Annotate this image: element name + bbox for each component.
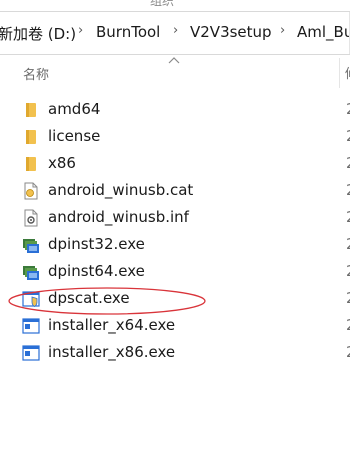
chevron-right-icon[interactable]: › <box>78 23 83 38</box>
list-item[interactable]: license 2 <box>0 124 350 151</box>
folder-icon <box>26 130 36 144</box>
toolbar-strip: 组织 <box>0 0 350 8</box>
sort-ascending-icon <box>168 57 180 64</box>
file-name: installer_x86.exe <box>48 343 176 361</box>
file-date: 2 <box>346 343 350 361</box>
list-item[interactable]: x86 2 <box>0 151 350 178</box>
list-item[interactable]: android_winusb.cat 2 <box>0 178 350 205</box>
security-catalog-icon <box>24 182 38 200</box>
file-date: 2 <box>346 289 350 307</box>
application-window-icon <box>22 318 40 334</box>
list-item[interactable]: installer_x86.exe 2 <box>0 340 350 367</box>
folder-icon <box>26 103 36 117</box>
list-item[interactable]: amd64 2 <box>0 97 350 124</box>
file-name: android_winusb.cat <box>48 181 194 199</box>
column-divider[interactable] <box>339 58 340 88</box>
list-item[interactable]: dpinst32.exe 2 <box>0 232 350 259</box>
breadcrumb-drive[interactable]: 新加卷 (D:) <box>0 23 76 44</box>
file-name: dpinst32.exe <box>48 235 145 253</box>
file-date: 2 <box>346 154 350 172</box>
application-window-icon <box>22 345 40 361</box>
file-date: 2 <box>346 316 350 334</box>
installer-app-icon <box>23 239 39 253</box>
breadcrumb-burntool[interactable]: BurnTool <box>96 23 160 41</box>
chevron-right-icon[interactable]: › <box>173 23 178 38</box>
list-item[interactable]: android_winusb.inf 2 <box>0 205 350 232</box>
list-item[interactable]: installer_x64.exe 2 <box>0 313 350 340</box>
address-bar[interactable]: 新加卷 (D:) › BurnTool › V2V3setup › Aml_Bu <box>0 11 350 55</box>
file-name: amd64 <box>48 100 101 118</box>
file-name: installer_x64.exe <box>48 316 176 334</box>
file-date: 2 <box>346 100 350 118</box>
file-date: 2 <box>346 181 350 199</box>
installer-app-icon <box>23 266 39 280</box>
file-date: 2 <box>346 208 350 226</box>
folder-icon <box>26 157 36 171</box>
toolbar-fragment: 组织 <box>150 0 175 8</box>
file-name: license <box>48 127 101 145</box>
breadcrumb-aml[interactable]: Aml_Bu <box>297 23 350 41</box>
chevron-right-icon[interactable]: › <box>280 23 285 38</box>
file-date: 2 <box>346 262 350 280</box>
column-header: 名称 <box>0 56 350 88</box>
list-item[interactable]: dpinst64.exe 2 <box>0 259 350 286</box>
breadcrumb-v2v3setup[interactable]: V2V3setup <box>190 23 272 41</box>
file-name: x86 <box>48 154 76 172</box>
file-name: dpinst64.exe <box>48 262 145 280</box>
file-name: android_winusb.inf <box>48 208 189 226</box>
file-date: 2 <box>346 235 350 253</box>
column-header-date-modified[interactable]: 修 <box>345 63 350 82</box>
file-date: 2 <box>346 127 350 145</box>
column-header-name[interactable]: 名称 <box>23 64 49 83</box>
annotation-ellipse <box>8 287 206 315</box>
setup-information-icon <box>24 209 38 227</box>
